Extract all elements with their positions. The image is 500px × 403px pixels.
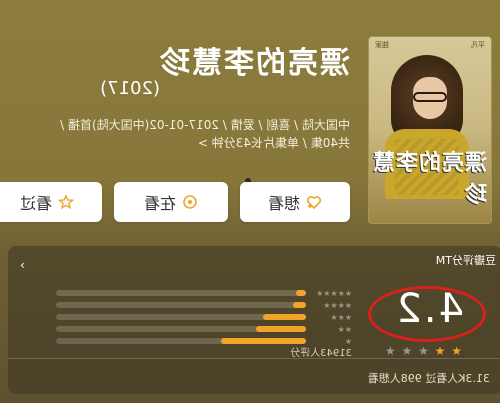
want-button-label: 想看 bbox=[268, 194, 301, 213]
star-icon: ★ bbox=[417, 344, 429, 358]
distribution-row: ★★★★★ bbox=[56, 288, 352, 298]
chevron-right-icon[interactable]: › bbox=[20, 258, 25, 272]
rating-score: 4.2 bbox=[394, 286, 464, 332]
row-stars-icon: ★★ bbox=[337, 324, 352, 334]
star-icon: ★ bbox=[433, 344, 446, 358]
row-stars-icon: ★★★ bbox=[330, 312, 352, 322]
distribution-bar bbox=[56, 302, 306, 308]
distribution-bar bbox=[56, 314, 306, 320]
rating-label: 豆瓣评分TM bbox=[435, 254, 496, 267]
rating-distribution: ★★★★★ ★★★★ ★★★ ★★ ★ bbox=[52, 288, 352, 350]
target-icon bbox=[182, 194, 198, 210]
distribution-row: ★★★★ bbox=[56, 300, 352, 310]
star-icon: ★ bbox=[383, 344, 396, 358]
distribution-row: ★★ bbox=[56, 324, 352, 334]
star-icon: ★ bbox=[400, 344, 413, 358]
poster-title: 漂亮的李慧珍 bbox=[371, 151, 487, 208]
heart-plus-icon bbox=[306, 194, 322, 210]
meta-line-2: 共40集 / 单集片长43分钟 > bbox=[197, 136, 350, 150]
star-outline-icon bbox=[58, 194, 75, 210]
movie-poster[interactable]: 平凡 独家 漂亮的李慧珍 bbox=[368, 36, 492, 224]
done-button-label: 看过 bbox=[20, 194, 53, 213]
star-icon: ★ bbox=[450, 344, 462, 358]
poster-top-strip: 平凡 独家 bbox=[369, 37, 491, 51]
rating-count: 31943人评分 bbox=[290, 348, 352, 359]
doing-button-label: 在看 bbox=[144, 194, 177, 213]
poster-badge-right: 独家 bbox=[375, 41, 389, 49]
done-button[interactable]: 看过 bbox=[0, 182, 102, 222]
movie-title: 漂亮的李慧珍 bbox=[158, 46, 350, 81]
distribution-bar bbox=[56, 338, 306, 344]
distribution-bar bbox=[56, 326, 306, 332]
want-button[interactable]: 想看 bbox=[240, 182, 350, 222]
row-stars-icon: ★★★★ bbox=[323, 300, 352, 310]
distribution-row: ★★★ bbox=[56, 312, 352, 322]
watch-stats: 31.3K人看过 998人想看 bbox=[367, 372, 490, 385]
poster-glasses bbox=[413, 92, 447, 102]
distribution-fill bbox=[263, 314, 306, 320]
divider bbox=[8, 358, 500, 359]
movie-meta[interactable]: 中国大陆 / 喜剧 / 爱情 / 2017-01-02(中国大陆)首播 / 共4… bbox=[0, 116, 350, 152]
movie-detail-screen: 平凡 独家 漂亮的李慧珍 漂亮的李慧珍 (2017) 中国大陆 / 喜剧 / 爱… bbox=[0, 0, 500, 403]
distribution-fill bbox=[256, 326, 306, 332]
distribution-fill bbox=[296, 290, 306, 296]
rating-card[interactable]: 豆瓣评分TM › 4.2 ★ ★ ★ ★ ★ ★★★★★ ★★★★ ★★★ ★★… bbox=[8, 246, 500, 394]
rating-stars: ★ ★ ★ ★ ★ bbox=[384, 344, 462, 358]
meta-line-1: 中国大陆 / 喜剧 / 爱情 / 2017-01-02(中国大陆)首播 / bbox=[60, 118, 350, 132]
doing-button[interactable]: 在看 bbox=[114, 182, 228, 222]
poster-badge-left: 平凡 bbox=[471, 41, 485, 49]
distribution-fill bbox=[293, 302, 306, 308]
row-stars-icon: ★★★★★ bbox=[316, 288, 352, 298]
distribution-bar bbox=[56, 290, 306, 296]
movie-year: (2017) bbox=[100, 78, 160, 99]
